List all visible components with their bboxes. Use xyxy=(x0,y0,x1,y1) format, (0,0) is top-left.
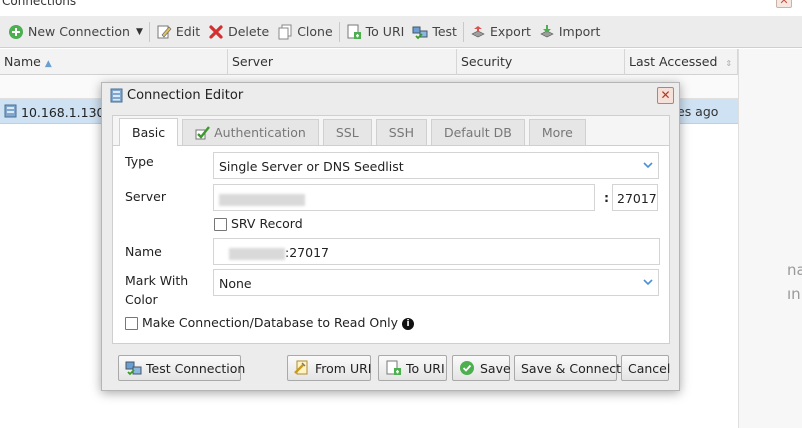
connection-editor-dialog: Connection Editor ✕ Basic Authentication… xyxy=(101,82,680,391)
export-uri-icon xyxy=(346,24,362,40)
edit-icon xyxy=(156,24,172,40)
new-connection-button[interactable]: New Connection ▼ xyxy=(4,20,147,44)
mark-color-select[interactable]: None xyxy=(213,269,659,296)
tab-basic[interactable]: Basic xyxy=(119,118,179,146)
chevron-down-icon[interactable]: ▼ xyxy=(136,27,143,37)
row-last-accessed-cell: es ago xyxy=(677,104,719,119)
port-input[interactable]: 27017 xyxy=(612,184,658,211)
tab-strip: Basic Authentication SSL SSH Default DB … xyxy=(113,116,669,146)
chevron-down-icon xyxy=(642,159,654,171)
from-uri-button[interactable]: From URI xyxy=(287,355,371,381)
export-icon xyxy=(470,24,486,40)
grid-header: Name ▲ Server Security Last Accessed ⇕ xyxy=(0,49,738,75)
to-uri-toolbar-button[interactable]: To URI xyxy=(342,20,409,44)
tab-default-db[interactable]: Default DB xyxy=(430,119,525,145)
save-and-connect-button[interactable]: Save & Connect xyxy=(514,355,621,381)
name-input[interactable]: :27017 xyxy=(213,238,660,265)
check-circle-icon xyxy=(459,360,476,376)
tab-authentication[interactable]: Authentication xyxy=(182,119,319,145)
tab-ssl[interactable]: SSL xyxy=(322,119,372,145)
save-button[interactable]: Save xyxy=(452,355,511,381)
test-connection-icon xyxy=(412,24,428,40)
toolbar-divider xyxy=(462,21,464,42)
import-button[interactable]: Import xyxy=(535,20,605,44)
clone-button[interactable]: Clone xyxy=(273,20,336,44)
column-header-last-accessed[interactable]: Last Accessed ⇕ xyxy=(625,49,738,75)
delete-button[interactable]: Delete xyxy=(204,20,273,44)
sort-ascending-icon: ▲ xyxy=(44,59,52,69)
chevron-down-icon xyxy=(642,276,654,288)
export-button[interactable]: Export xyxy=(466,20,535,44)
clone-label: Clone xyxy=(297,24,333,39)
tab-more[interactable]: More xyxy=(528,119,586,145)
info-icon[interactable]: i xyxy=(402,317,414,330)
read-only-checkbox[interactable] xyxy=(125,317,138,330)
tab-ssh[interactable]: SSH xyxy=(375,119,427,145)
test-toolbar-label: Test xyxy=(432,24,457,39)
srv-record-label: SRV Record xyxy=(231,216,303,231)
to-uri-toolbar-label: To URI xyxy=(365,24,405,39)
read-only-label: Make Connection/Database to Read Only i xyxy=(142,315,414,330)
plus-circle-icon xyxy=(8,24,24,40)
server-input[interactable] xyxy=(213,184,595,211)
row-name-cell: 10.168.1.130:2 xyxy=(4,104,117,121)
import-label: Import xyxy=(558,24,601,39)
window-close-button[interactable]: ✕ xyxy=(776,0,792,8)
name-label: Name xyxy=(125,244,162,259)
mark-color-label: Mark With Color xyxy=(125,273,189,307)
redacted-server-value xyxy=(219,193,305,206)
dialog-close-button[interactable]: ✕ xyxy=(657,87,674,104)
port-separator: : xyxy=(604,190,609,205)
srv-record-checkbox[interactable] xyxy=(214,218,227,231)
export-label: Export xyxy=(489,24,531,39)
delete-x-icon xyxy=(208,24,224,40)
new-connection-label: New Connection xyxy=(28,24,130,39)
import-uri-icon xyxy=(294,360,311,376)
column-header-server[interactable]: Server xyxy=(228,49,457,75)
to-uri-button[interactable]: To URI xyxy=(378,355,447,381)
delete-label: Delete xyxy=(228,24,270,39)
checkmark-icon xyxy=(195,125,211,140)
test-connection-icon xyxy=(125,360,142,376)
right-panel: na ın xyxy=(738,49,802,428)
server-label: Server xyxy=(125,189,166,204)
column-header-name[interactable]: Name ▲ xyxy=(0,49,228,75)
edit-label: Edit xyxy=(175,24,201,39)
toolbar: New Connection ▼ Edit Delete Clone To UR… xyxy=(0,16,802,48)
sort-icon: ⇕ xyxy=(725,59,733,68)
dialog-titlebar: Connection Editor xyxy=(102,83,679,108)
edit-button[interactable]: Edit xyxy=(152,20,204,44)
toolbar-divider xyxy=(148,21,150,42)
clone-icon xyxy=(277,24,293,40)
test-toolbar-button[interactable]: Test xyxy=(408,20,461,44)
dialog-content-panel: Basic Authentication SSL SSH Default DB … xyxy=(112,115,670,344)
dialog-title: Connection Editor xyxy=(127,88,244,103)
column-header-security[interactable]: Security xyxy=(457,49,625,75)
right-panel-text: ın xyxy=(787,285,801,303)
type-select[interactable]: Single Server or DNS Seedlist xyxy=(213,152,659,179)
right-panel-text: na xyxy=(787,261,802,279)
type-label: Type xyxy=(125,154,154,169)
toolbar-divider xyxy=(338,21,340,42)
import-icon xyxy=(539,24,555,40)
export-uri-icon xyxy=(385,360,402,376)
cancel-button[interactable]: Cancel xyxy=(621,355,670,381)
server-icon xyxy=(4,104,17,121)
redacted-name-value xyxy=(229,247,285,260)
window-title: Connections xyxy=(2,0,77,8)
test-connection-button[interactable]: Test Connection xyxy=(118,355,245,381)
database-icon xyxy=(110,88,123,103)
